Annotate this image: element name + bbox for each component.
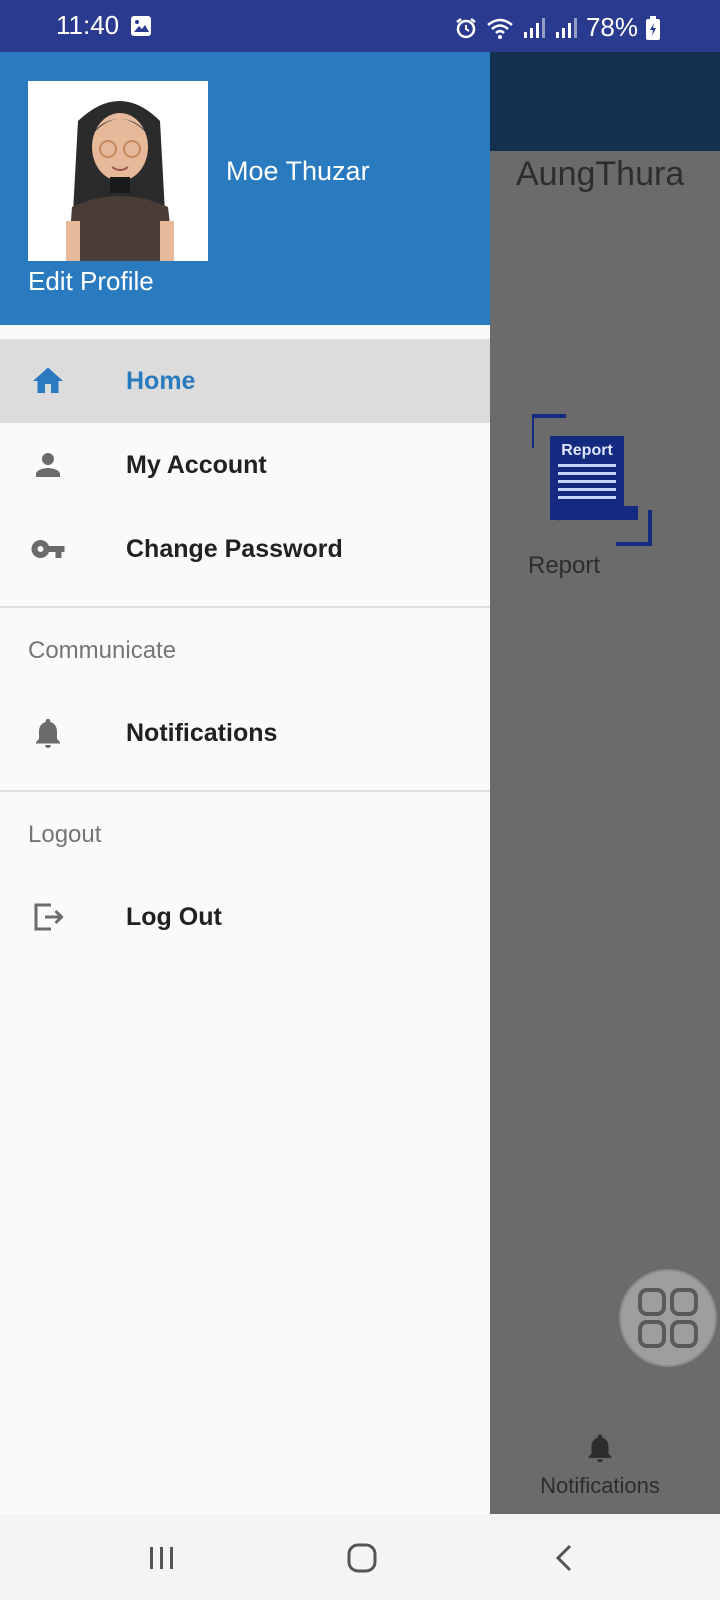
bell-icon (36, 718, 60, 748)
battery-percent: 78% (585, 12, 638, 42)
back-icon (555, 1544, 572, 1572)
signal-icon-2 (555, 17, 577, 38)
menu-label-change-password: Change Password (126, 534, 343, 563)
menu-label-notifications: Notifications (126, 718, 278, 747)
grid-icon (638, 1288, 698, 1348)
menu-item-notifications[interactable]: Notifications (0, 691, 490, 775)
recents-button[interactable] (140, 1536, 184, 1580)
report-tile[interactable]: Report (530, 414, 652, 548)
menu-item-my-account[interactable]: My Account (0, 423, 490, 507)
status-time: 11:40 (56, 10, 120, 40)
bottom-nav-label: Notifications (540, 1473, 660, 1498)
alarm-icon (456, 17, 476, 38)
section-header-logout: Logout (28, 821, 102, 848)
user-name: Moe Thuzar (226, 156, 370, 186)
bottom-nav-notifications[interactable]: Notifications (520, 1430, 680, 1499)
report-icon: Report (530, 414, 652, 546)
back-button[interactable] (542, 1536, 586, 1580)
divider (0, 790, 490, 792)
home-button[interactable] (340, 1536, 384, 1580)
avatar[interactable] (28, 81, 208, 261)
menu-item-home[interactable]: Home (0, 339, 490, 423)
report-icon-text: Report (561, 442, 613, 459)
home-icon (33, 367, 63, 393)
signal-icon (523, 17, 545, 38)
status-bar: 11:40 78% (0, 0, 720, 52)
gallery-icon (131, 16, 151, 36)
navigation-drawer: Moe Thuzar Edit Profile Home My Account … (0, 52, 490, 1514)
logout-icon (34, 903, 64, 931)
app-title: AungThura (516, 155, 685, 193)
report-label[interactable]: Report (528, 552, 600, 580)
menu-item-log-out[interactable]: Log Out (0, 875, 490, 959)
divider (0, 606, 490, 608)
person-icon (36, 453, 60, 477)
avatar-illustration (28, 81, 208, 261)
home-nav-icon (347, 1543, 377, 1573)
apps-fab[interactable] (619, 1269, 717, 1367)
status-indicators: 78% (454, 12, 660, 43)
menu-label-my-account: My Account (126, 450, 267, 479)
battery-icon (646, 15, 660, 40)
menu-label-home: Home (126, 366, 196, 395)
section-header-communicate: Communicate (28, 637, 177, 664)
menu-item-change-password[interactable]: Change Password (0, 507, 490, 591)
bell-icon (588, 1434, 612, 1463)
edit-profile-link[interactable]: Edit Profile (28, 266, 154, 297)
drawer-header: Moe Thuzar Edit Profile (0, 52, 490, 325)
wifi-icon (487, 18, 513, 39)
menu-label-log-out: Log Out (126, 902, 222, 931)
key-icon (31, 540, 65, 558)
recents-icon (150, 1547, 173, 1569)
system-nav-bar (0, 1514, 720, 1600)
